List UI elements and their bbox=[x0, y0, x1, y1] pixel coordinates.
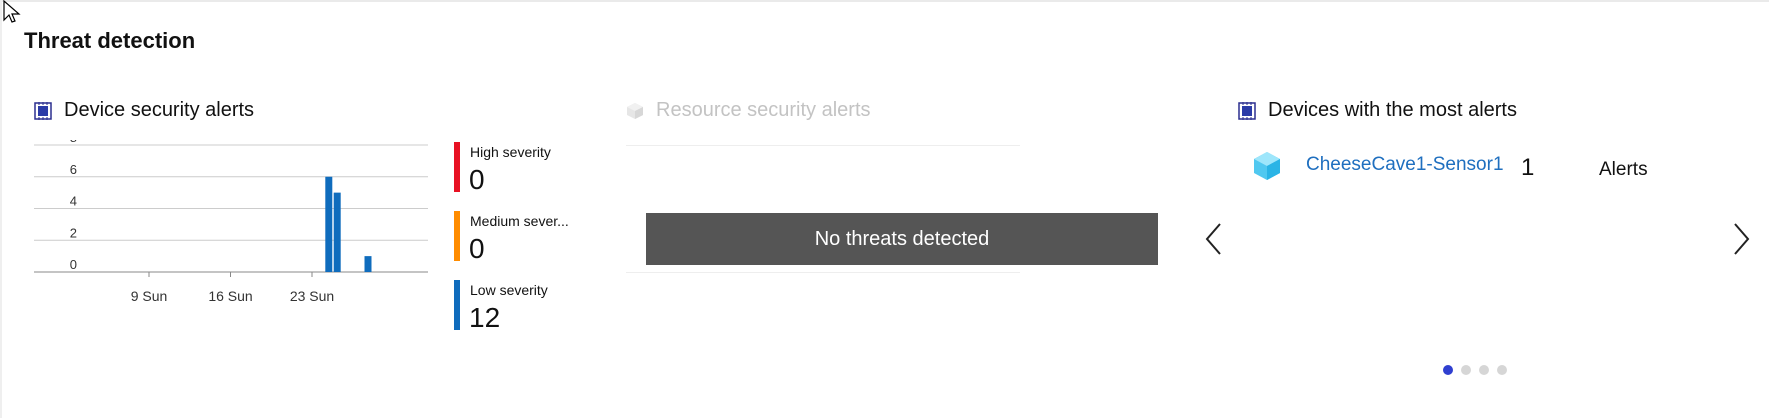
severity-legend-item[interactable]: Medium sever... 0 bbox=[454, 211, 584, 264]
chevron-left-icon[interactable] bbox=[1204, 222, 1224, 256]
mouse-cursor-icon bbox=[3, 0, 21, 23]
y-tick-label: 2 bbox=[70, 225, 77, 240]
severity-color-bar bbox=[454, 280, 460, 330]
pager-dots bbox=[1443, 365, 1507, 375]
y-tick-label: 4 bbox=[70, 194, 77, 209]
severity-legend-item[interactable]: High severity 0 bbox=[454, 142, 584, 195]
device-alert-unit: Alerts bbox=[1599, 159, 1648, 180]
pager-dot[interactable] bbox=[1479, 365, 1489, 375]
cube-icon bbox=[627, 102, 643, 119]
y-tick-label: 0 bbox=[70, 257, 77, 272]
cube-icon bbox=[1254, 152, 1280, 180]
resource-alerts-title-text: Resource security alerts bbox=[656, 99, 871, 121]
y-tick-label: 6 bbox=[70, 162, 77, 177]
severity-legend-item[interactable]: Low severity 12 bbox=[454, 280, 584, 333]
device-alert-count: 1 bbox=[1521, 154, 1535, 181]
x-tick-label: 9 Sun bbox=[131, 288, 168, 304]
severity-label: Low severity bbox=[470, 282, 548, 298]
pager-dot[interactable] bbox=[1461, 365, 1471, 375]
x-tick-label: 16 Sun bbox=[208, 288, 252, 304]
top-devices-title-text: Devices with the most alerts bbox=[1268, 99, 1517, 121]
chip-icon bbox=[1238, 101, 1256, 120]
device-alerts-title: Device security alerts bbox=[34, 99, 254, 122]
severity-label: Medium sever... bbox=[470, 213, 569, 229]
top-devices-title: Devices with the most alerts bbox=[1238, 99, 1517, 122]
x-tick-label: 23 Sun bbox=[290, 288, 334, 304]
y-tick-label: 8 bbox=[70, 140, 77, 145]
no-threats-banner: No threats detected bbox=[646, 213, 1158, 265]
device-alerts-title-text: Device security alerts bbox=[64, 99, 255, 121]
severity-color-bar bbox=[454, 142, 460, 192]
top-border bbox=[0, 0, 1769, 2]
alert-bar[interactable] bbox=[364, 256, 372, 272]
severity-label: High severity bbox=[470, 144, 551, 160]
pager-dot[interactable] bbox=[1497, 365, 1507, 375]
severity-count: 12 bbox=[469, 302, 501, 333]
device-alerts-chart[interactable]: 8 6 4 2 0 9 Sun 16 Sun 23 Sun bbox=[34, 140, 428, 310]
left-border bbox=[0, 0, 2, 418]
severity-count: 0 bbox=[469, 164, 485, 195]
pager-dot[interactable] bbox=[1443, 365, 1453, 375]
divider bbox=[626, 145, 1020, 146]
severity-count: 0 bbox=[469, 233, 485, 264]
alert-bar[interactable] bbox=[333, 192, 341, 272]
alert-bar[interactable] bbox=[325, 176, 333, 272]
chevron-right-icon[interactable] bbox=[1731, 222, 1751, 256]
chip-icon bbox=[34, 101, 52, 120]
device-link[interactable]: CheeseCave1-Sensor1 bbox=[1306, 154, 1504, 176]
divider bbox=[626, 272, 1020, 273]
severity-color-bar bbox=[454, 211, 460, 261]
resource-alerts-title: Resource security alerts bbox=[626, 99, 871, 122]
section-title: Threat detection bbox=[24, 28, 196, 53]
